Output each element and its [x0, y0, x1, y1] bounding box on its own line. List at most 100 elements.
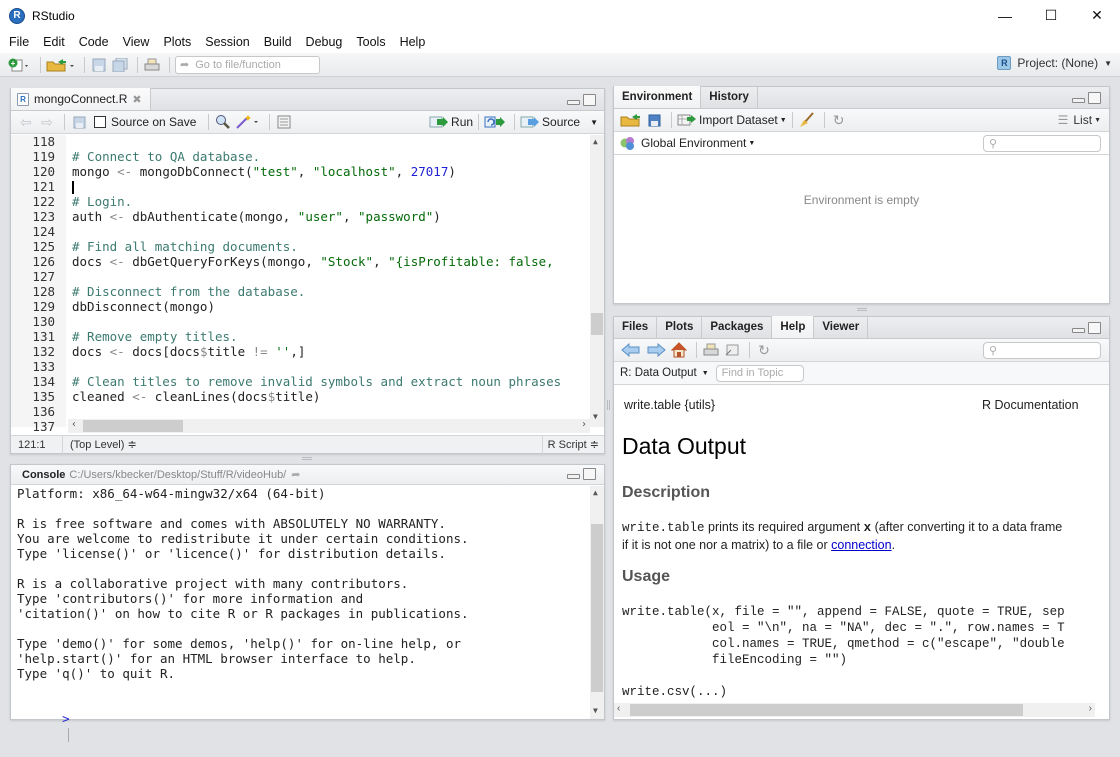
code-line[interactable]: 120 mongo <- mongoDbConnect("test", "loca… — [11, 164, 589, 179]
tab-files[interactable]: Files — [614, 316, 658, 338]
scroll-left-icon[interactable]: ‹ — [71, 419, 77, 430]
editor-hscroll-thumb[interactable] — [83, 420, 183, 432]
code-line[interactable]: 134 # Clean titles to remove invalid symb… — [11, 374, 589, 389]
tab-packages[interactable]: Packages — [702, 316, 773, 338]
console-prompt-line[interactable]: > — [17, 696, 70, 742]
import-dataset-menu[interactable]: Import Dataset ▼ — [677, 113, 787, 127]
scroll-left-icon[interactable]: ‹ — [617, 703, 620, 714]
console-output[interactable]: Platform: x86_64-w64-mingw32/x64 (64-bit… — [11, 486, 604, 742]
rerun-icon[interactable] — [484, 114, 506, 130]
connection-link[interactable]: connection — [831, 538, 891, 552]
run-button[interactable]: Run — [429, 115, 473, 129]
new-file-icon[interactable]: + — [6, 57, 32, 73]
maximize-button[interactable]: ☐ — [1028, 0, 1074, 31]
open-file-icon[interactable] — [46, 57, 76, 73]
code-line[interactable]: 133 — [11, 359, 589, 374]
tab-mongoconnect[interactable]: R mongoConnect.R ✖ — [11, 88, 151, 110]
scroll-down-icon[interactable]: ▼ — [593, 706, 598, 715]
close-button[interactable]: ✕ — [1074, 0, 1120, 31]
clear-workspace-broom-icon[interactable] — [798, 112, 816, 128]
save-icon[interactable] — [90, 57, 108, 73]
code-line[interactable]: 119 # Connect to QA database. — [11, 149, 589, 164]
minimize-pane-icon[interactable] — [1072, 328, 1085, 333]
find-in-topic-input[interactable]: Find in Topic — [715, 364, 804, 382]
source-on-save-checkbox[interactable] — [94, 116, 106, 128]
save-workspace-icon[interactable] — [645, 112, 663, 128]
tab-help[interactable]: Help — [772, 316, 815, 338]
minimize-button[interactable]: — — [982, 0, 1028, 31]
tab-environment[interactable]: Environment — [614, 86, 702, 108]
menu-plots[interactable]: Plots — [163, 35, 191, 49]
help-forward-icon[interactable] — [645, 342, 667, 358]
help-refresh-icon[interactable]: ↻ — [755, 342, 773, 358]
tab-history[interactable]: History — [701, 86, 758, 108]
code-line[interactable]: 124 — [11, 224, 589, 239]
menu-build[interactable]: Build — [264, 35, 292, 49]
close-tab-icon[interactable]: ✖ — [132, 93, 141, 106]
help-back-icon[interactable] — [620, 342, 642, 358]
menu-session[interactable]: Session — [205, 35, 249, 49]
code-line[interactable]: 118 — [11, 134, 589, 149]
scroll-right-icon[interactable]: › — [581, 419, 587, 430]
scroll-up-icon[interactable]: ▲ — [593, 137, 598, 146]
refresh-icon[interactable]: ↻ — [830, 112, 848, 128]
code-line[interactable]: 132 docs <- docs[docs$title != '',] — [11, 344, 589, 359]
code-line[interactable]: 121 — [11, 179, 589, 194]
maximize-pane-icon[interactable] — [583, 468, 596, 480]
editor-horizontal-scrollbar[interactable]: ‹ › — [68, 419, 590, 433]
help-popout-icon[interactable] — [723, 342, 741, 358]
code-line[interactable]: 131 # Remove empty titles. — [11, 329, 589, 344]
global-environment-menu[interactable]: Global Environment ▼ — [620, 136, 755, 150]
scope-selector[interactable]: (Top Level) ≑ — [63, 438, 137, 451]
compile-report-icon[interactable] — [275, 114, 293, 130]
source-button[interactable]: Source — [520, 115, 580, 129]
minimize-pane-icon[interactable] — [567, 100, 580, 105]
menu-tools[interactable]: Tools — [356, 35, 385, 49]
code-line[interactable]: 127 — [11, 269, 589, 284]
file-type-selector[interactable]: R Script ≑ — [541, 435, 604, 454]
code-line[interactable]: 130 — [11, 314, 589, 329]
project-menu[interactable]: R Project: (None) ▼ — [997, 56, 1112, 70]
menu-debug[interactable]: Debug — [306, 35, 343, 49]
menu-file[interactable]: File — [9, 35, 29, 49]
help-horizontal-scrollbar[interactable]: ‹ › — [614, 703, 1095, 717]
help-print-icon[interactable] — [702, 342, 720, 358]
source-dropdown-icon[interactable]: ▼ — [590, 118, 598, 127]
code-line[interactable]: 122 # Login. — [11, 194, 589, 209]
find-replace-icon[interactable] — [214, 114, 232, 130]
code-line[interactable]: 129 dbDisconnect(mongo) — [11, 299, 589, 314]
console-vscroll-thumb[interactable] — [591, 524, 603, 692]
scroll-right-icon[interactable]: › — [1089, 703, 1092, 714]
help-home-icon[interactable] — [670, 342, 688, 358]
editor-vscroll-thumb[interactable] — [591, 313, 603, 335]
scroll-down-icon[interactable]: ▼ — [593, 412, 598, 421]
menu-help[interactable]: Help — [400, 35, 426, 49]
minimize-pane-icon[interactable] — [1072, 98, 1085, 103]
maximize-pane-icon[interactable] — [583, 94, 596, 106]
editor-vertical-scrollbar[interactable]: ▲ ▼ — [590, 135, 604, 427]
maximize-pane-icon[interactable] — [1088, 322, 1101, 334]
tab-plots[interactable]: Plots — [657, 316, 703, 338]
code-line[interactable]: 136 — [11, 404, 589, 419]
goto-directory-icon[interactable]: ➦ — [291, 468, 300, 481]
menu-code[interactable]: Code — [79, 35, 109, 49]
code-line[interactable]: 125 # Find all matching documents. — [11, 239, 589, 254]
code-editor[interactable]: 118 119 # Connect to QA database. 120 mongo … — [11, 134, 604, 435]
tab-viewer[interactable]: Viewer — [814, 316, 869, 338]
print-icon[interactable] — [143, 57, 161, 73]
save-all-icon[interactable] — [111, 57, 129, 73]
menu-edit[interactable]: Edit — [43, 35, 65, 49]
minimize-pane-icon[interactable] — [567, 474, 580, 479]
help-hscroll-thumb[interactable] — [630, 704, 1023, 716]
splitter-handle[interactable] — [857, 308, 867, 311]
console-vertical-scrollbar[interactable]: ▲ ▼ — [590, 486, 604, 719]
goto-file-function-input[interactable]: ➦ Go to file/function — [175, 55, 320, 74]
vertical-splitter-handle[interactable] — [607, 400, 610, 410]
back-arrow-icon[interactable]: ⇦ — [17, 114, 35, 130]
code-line[interactable]: 128 # Disconnect from the database. — [11, 284, 589, 299]
splitter-handle[interactable] — [302, 457, 312, 460]
save-file-icon[interactable] — [70, 114, 88, 130]
view-mode-menu[interactable]: ☰ List ▼ — [1058, 113, 1101, 127]
menu-view[interactable]: View — [123, 35, 150, 49]
maximize-pane-icon[interactable] — [1088, 92, 1101, 104]
